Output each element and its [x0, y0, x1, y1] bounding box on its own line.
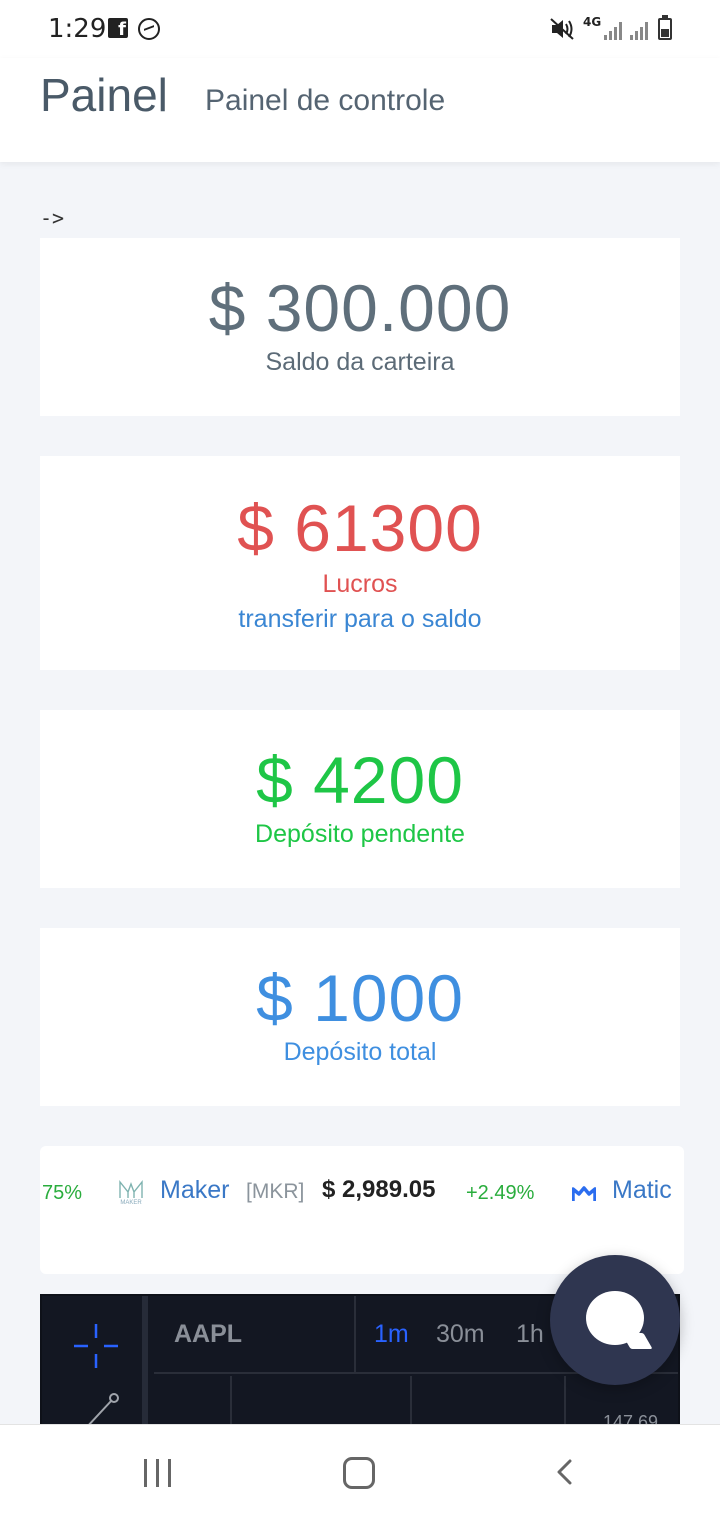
wallet-balance-label: Saldo da carteira	[265, 348, 455, 376]
crosshair-icon[interactable]	[72, 1322, 120, 1370]
facebook-icon	[108, 18, 128, 40]
battery-icon	[658, 15, 672, 40]
arrow-text: ->	[40, 206, 65, 230]
ticker-maker-symbol: [MKR]	[246, 1180, 305, 1203]
profits-card: $ 61300 Lucros transferir para o saldo	[40, 456, 680, 670]
ticker-maker-name[interactable]: Maker	[160, 1176, 229, 1205]
chart-gridline	[410, 1376, 412, 1424]
pending-deposit-label: Depósito pendente	[255, 820, 465, 848]
timeframe-1m[interactable]: 1m	[374, 1320, 409, 1349]
status-bar: 1:29 4G	[0, 0, 720, 58]
matic-logo-icon	[571, 1182, 597, 1201]
chart-gridline	[230, 1376, 232, 1424]
home-icon[interactable]	[343, 1457, 375, 1489]
ticker-matic-name[interactable]: Matic	[612, 1176, 672, 1205]
pending-deposit-card: $ 4200 Depósito pendente	[40, 710, 680, 888]
ticker-maker-change: +2.49%	[466, 1182, 535, 1204]
ticker-prev-change: 75%	[42, 1182, 83, 1204]
total-deposit-card: $ 1000 Depósito total	[40, 928, 680, 1106]
chart-gridline	[564, 1376, 566, 1424]
profits-label: Lucros	[322, 570, 398, 598]
status-time: 1:29	[48, 14, 107, 44]
wallet-balance-card: $ 300.000 Saldo da carteira	[40, 238, 680, 416]
page-title: Painel	[40, 69, 168, 121]
network-type: 4G	[583, 15, 602, 29]
chat-bubble-icon	[586, 1291, 644, 1345]
chart-divider	[354, 1296, 356, 1374]
pending-deposit-amount: $ 4200	[256, 743, 464, 817]
recent-apps-icon[interactable]	[144, 1459, 174, 1487]
signal-icon	[604, 20, 626, 40]
wallet-balance-amount: $ 300.000	[208, 271, 512, 345]
chart-symbol[interactable]: AAPL	[174, 1320, 242, 1349]
system-nav-bar	[0, 1424, 720, 1520]
messenger-icon	[138, 18, 160, 40]
timeframe-1h[interactable]: 1h	[516, 1320, 544, 1349]
transfer-to-balance-link[interactable]: transferir para o saldo	[238, 605, 481, 634]
timeframe-30m[interactable]: 30m	[436, 1320, 485, 1349]
total-deposit-label: Depósito total	[283, 1038, 437, 1066]
page-header: Painel Painel de controle	[0, 58, 720, 162]
ticker-maker-price: $ 2,989.05	[322, 1176, 436, 1203]
total-deposit-amount: $ 1000	[256, 961, 464, 1035]
maker-logo-icon: MAKER	[118, 1178, 144, 1206]
crypto-ticker[interactable]: 75% MAKER Maker [MKR] $ 2,989.05 +2.49% …	[40, 1146, 684, 1274]
profits-amount: $ 61300	[237, 491, 483, 565]
signal-icon-2	[630, 20, 652, 40]
back-icon[interactable]	[552, 1459, 578, 1485]
chat-button[interactable]	[550, 1255, 680, 1385]
chart-toolbar	[42, 1296, 148, 1426]
trend-line-icon[interactable]	[82, 1392, 122, 1426]
mute-icon	[550, 18, 574, 40]
page-subtitle: Painel de controle	[205, 84, 446, 117]
